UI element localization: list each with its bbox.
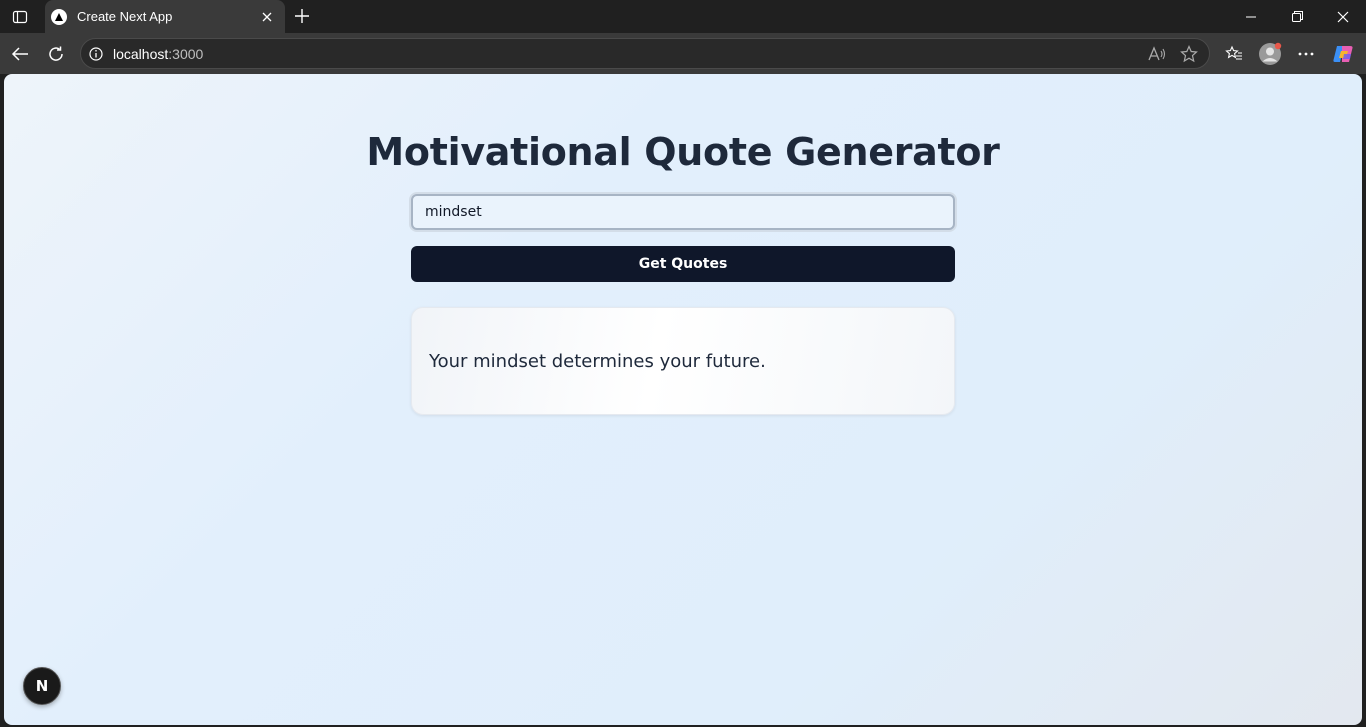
more-options-icon[interactable] <box>1294 42 1318 66</box>
site-info-icon[interactable] <box>88 46 104 62</box>
minimize-icon[interactable] <box>1228 0 1274 33</box>
favorite-star-icon[interactable] <box>1177 42 1201 66</box>
topic-search-input[interactable] <box>411 194 955 230</box>
close-window-icon[interactable] <box>1320 0 1366 33</box>
read-aloud-icon[interactable] <box>1145 42 1169 66</box>
profile-avatar-icon[interactable] <box>1258 42 1282 66</box>
new-tab-icon[interactable] <box>290 5 314 27</box>
browser-toolbar: localhost:3000 <box>0 33 1366 74</box>
nextjs-dev-tools-badge[interactable]: N <box>23 667 61 705</box>
url-text[interactable]: localhost:3000 <box>113 46 1145 62</box>
url-port: :3000 <box>168 45 204 62</box>
get-quotes-button[interactable]: Get Quotes <box>411 246 955 282</box>
back-icon[interactable] <box>8 42 32 66</box>
copilot-icon[interactable] <box>1331 42 1355 66</box>
page-title: Motivational Quote Generator <box>366 130 1000 174</box>
refresh-icon[interactable] <box>44 42 68 66</box>
sidebar-toggle-icon[interactable] <box>10 7 30 27</box>
restore-icon[interactable] <box>1274 0 1320 33</box>
tab-title: Create Next App <box>77 9 173 24</box>
quote-text: Your mindset determines your future. <box>429 350 766 372</box>
page-viewport: Motivational Quote Generator Get Quotes … <box>4 74 1362 725</box>
nextjs-favicon-icon <box>51 8 67 25</box>
close-tab-icon[interactable] <box>257 7 277 27</box>
title-bar: Create Next App <box>0 0 1366 33</box>
favorites-icon[interactable] <box>1222 42 1246 66</box>
quote-card: Your mindset determines your future. <box>411 307 955 415</box>
browser-tab[interactable]: Create Next App <box>45 0 285 33</box>
address-bar[interactable]: localhost:3000 <box>80 38 1210 69</box>
url-host: localhost <box>113 45 169 62</box>
